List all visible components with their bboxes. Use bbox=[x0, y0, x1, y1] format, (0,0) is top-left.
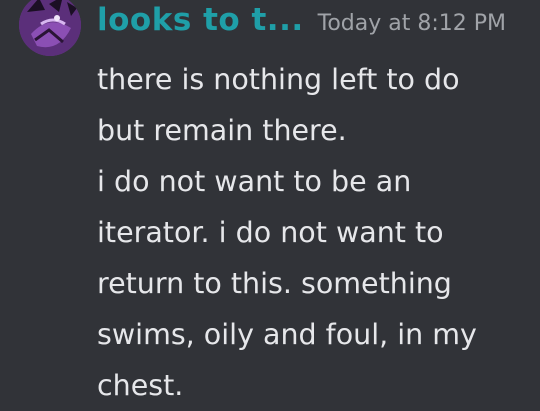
message-header: looks to t... Today at 8:12 PM bbox=[97, 2, 506, 46]
purple-creature-avatar-icon bbox=[19, 0, 81, 56]
message-line: return to this. something bbox=[97, 267, 452, 300]
message-line: but remain there. bbox=[97, 114, 347, 147]
chat-message: looks to t... Today at 8:12 PM there is … bbox=[0, 0, 540, 408]
message-timestamp: Today at 8:12 PM bbox=[317, 11, 507, 36]
message-line: i do not want to be an bbox=[97, 165, 412, 198]
message-content: there is nothing left to do but remain t… bbox=[97, 54, 532, 411]
message-line: swims, oily and foul, in my bbox=[97, 318, 477, 351]
message-line: chest. bbox=[97, 369, 184, 402]
message-line: iterator. i do not want to bbox=[97, 216, 444, 249]
message-line: there is nothing left to do bbox=[97, 63, 460, 96]
avatar[interactable] bbox=[19, 0, 81, 56]
author-name[interactable]: looks to t... bbox=[97, 2, 304, 38]
